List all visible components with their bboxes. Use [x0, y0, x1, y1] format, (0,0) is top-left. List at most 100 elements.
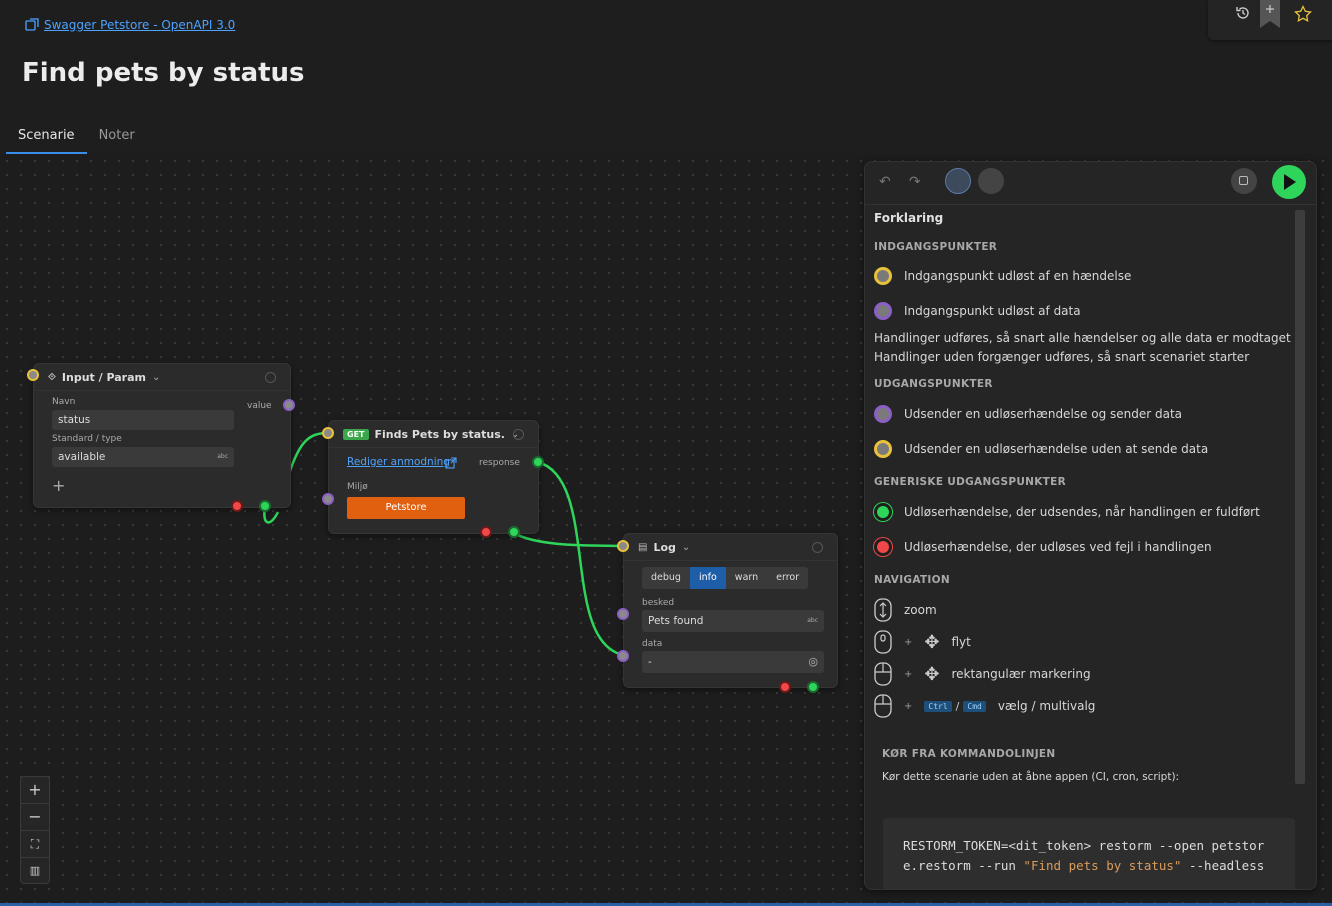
- fit-view-icon[interactable]: ⛶: [21, 831, 49, 858]
- log-message-port[interactable]: [617, 608, 629, 620]
- legend-scrollbar[interactable]: [1295, 210, 1305, 784]
- cli-command-block[interactable]: RESTORM_TOKEN=<dit_token> restorm --open…: [883, 818, 1295, 889]
- name-field[interactable]: status: [52, 410, 234, 430]
- level-error[interactable]: error: [767, 567, 808, 589]
- page-title: Find pets by status: [22, 58, 305, 88]
- request-done-port[interactable]: [508, 526, 520, 538]
- node-status-icon: [265, 372, 276, 383]
- log-icon: ▤: [638, 541, 648, 553]
- tab-bar: Scenarie Noter: [6, 124, 147, 154]
- request-node[interactable]: GET Finds Pets by status. ⌄ Rediger anmo…: [328, 420, 539, 534]
- tab-notes[interactable]: Noter: [87, 124, 147, 154]
- response-output-port[interactable]: [532, 456, 544, 468]
- log-error-port[interactable]: [779, 681, 791, 693]
- log-node[interactable]: ▤ Log ⌄ debug info warn error besked Pet…: [623, 533, 838, 688]
- legend-note-1: Handlinger udføres, så snart alle hændel…: [874, 331, 1291, 345]
- input-done-port[interactable]: [259, 500, 271, 512]
- plus-sign: +: [904, 636, 913, 648]
- nav-section-label: NAVIGATION: [874, 574, 950, 586]
- entry-section-label: INDGANGSPUNKTER: [874, 241, 998, 253]
- env-petstore-button[interactable]: Petstore: [347, 497, 465, 519]
- mouse-left-icon: [874, 694, 892, 718]
- stop-icon[interactable]: [1231, 168, 1257, 194]
- undo-icon[interactable]: ↶: [879, 174, 891, 190]
- request-data-entry-port[interactable]: [322, 493, 334, 505]
- add-param-icon[interactable]: +: [52, 476, 65, 495]
- panel-toolbar: ↶ ↷: [865, 162, 1316, 205]
- zoom-controls: + − ⛶ ▥: [20, 776, 50, 884]
- request-event-entry-port[interactable]: [322, 427, 334, 439]
- success-port-icon: [874, 503, 892, 521]
- request-node-header[interactable]: GET Finds Pets by status. ⌄: [329, 421, 538, 448]
- move-arrows-icon: ✥: [924, 663, 940, 685]
- legend-text: Indgangspunkt udløst af data: [904, 304, 1081, 318]
- history-icon[interactable]: [1234, 4, 1252, 22]
- event-port-icon: [874, 440, 892, 458]
- zoom-out-button[interactable]: −: [21, 804, 49, 831]
- data-label: data: [642, 639, 663, 649]
- type-badge: abc: [217, 453, 228, 460]
- value-label: value: [247, 401, 272, 411]
- edit-request-link[interactable]: Rediger anmodning: [347, 456, 450, 468]
- legend-text: Indgangspunkt udløst af en hændelse: [904, 269, 1132, 283]
- generic-section-label: GENERISKE UDGANGSPUNKTER: [874, 476, 1066, 488]
- cli-command-flag: --headless: [1181, 858, 1265, 873]
- level-info[interactable]: info: [689, 567, 726, 589]
- log-level-selector: debug info warn error: [642, 567, 809, 589]
- legend-note-2: Handlinger uden forgænger udføres, så sn…: [874, 350, 1250, 364]
- modifier-keys: Ctrl / Cmd: [924, 700, 986, 713]
- auto-layout-button[interactable]: [945, 168, 971, 194]
- log-data-port[interactable]: [617, 650, 629, 662]
- legend-nav-move: + ✥ flyt: [874, 630, 971, 654]
- type-badge: abc: [807, 617, 818, 624]
- default-value-field[interactable]: available abc: [52, 447, 234, 467]
- cli-section-label: KØR FRA KOMMANDOLINJEN: [882, 748, 1056, 760]
- mouse-middle-icon: [874, 630, 892, 654]
- legend-nav-zoom: zoom: [874, 598, 937, 622]
- data-text: -: [648, 656, 652, 668]
- input-event-entry-port[interactable]: [27, 369, 39, 381]
- legend-heading: Forklaring: [874, 211, 944, 225]
- input-node-header[interactable]: ⟐ Input / Param ⌄: [34, 364, 290, 391]
- value-output-port[interactable]: [283, 399, 295, 411]
- level-warn[interactable]: warn: [726, 567, 767, 589]
- zoom-in-button[interactable]: +: [21, 777, 49, 804]
- data-port-icon: [874, 405, 892, 423]
- chevron-down-icon[interactable]: ⌄: [152, 372, 160, 383]
- node-status-icon: [812, 542, 823, 553]
- external-link-icon[interactable]: [445, 457, 457, 469]
- request-error-port[interactable]: [480, 526, 492, 538]
- target-icon[interactable]: ◎: [808, 651, 818, 673]
- api-icon: [25, 18, 39, 31]
- legend-text: Udløserhændelse, der udsendes, når handl…: [904, 505, 1260, 519]
- star-icon[interactable]: [1294, 5, 1312, 23]
- breadcrumb-label[interactable]: Swagger Petstore - OpenAPI 3.0: [44, 18, 235, 32]
- log-done-port[interactable]: [807, 681, 819, 693]
- ctrl-key: Ctrl: [924, 700, 952, 712]
- minimap-icon[interactable]: ▥: [21, 858, 49, 884]
- chevron-down-icon[interactable]: ⌄: [682, 542, 690, 553]
- legend-exit-data: Udsender en udløserhændelse og sender da…: [874, 405, 1182, 423]
- play-icon[interactable]: [1272, 165, 1306, 199]
- tab-scenario[interactable]: Scenarie: [6, 124, 87, 154]
- message-field[interactable]: Pets found abc: [642, 610, 824, 632]
- input-error-port[interactable]: [231, 500, 243, 512]
- breadcrumb[interactable]: Swagger Petstore - OpenAPI 3.0: [24, 17, 235, 33]
- level-debug[interactable]: debug: [642, 567, 690, 589]
- legend-text: zoom: [904, 603, 937, 617]
- log-node-header[interactable]: ▤ Log ⌄: [624, 534, 837, 561]
- legend-generic-error: Udløserhændelse, der udløses ved fejl i …: [874, 538, 1212, 556]
- message-label: besked: [642, 598, 675, 608]
- log-event-entry-port[interactable]: [617, 540, 629, 552]
- bookmark-icon[interactable]: [1260, 0, 1280, 28]
- input-param-node[interactable]: ⟐ Input / Param ⌄ Navn status Standard /…: [33, 363, 291, 508]
- data-field[interactable]: - ◎: [642, 651, 824, 673]
- request-node-title: Finds Pets by status.: [374, 427, 505, 441]
- param-icon: ⟐: [48, 371, 56, 383]
- move-arrows-icon: ✥: [924, 631, 940, 653]
- legend-text: Udløserhændelse, der udløses ved fejl i …: [904, 540, 1212, 554]
- disabled-tool-button[interactable]: [978, 168, 1004, 194]
- response-label: response: [479, 458, 520, 468]
- redo-icon[interactable]: ↷: [909, 174, 921, 190]
- event-port-icon: [874, 267, 892, 285]
